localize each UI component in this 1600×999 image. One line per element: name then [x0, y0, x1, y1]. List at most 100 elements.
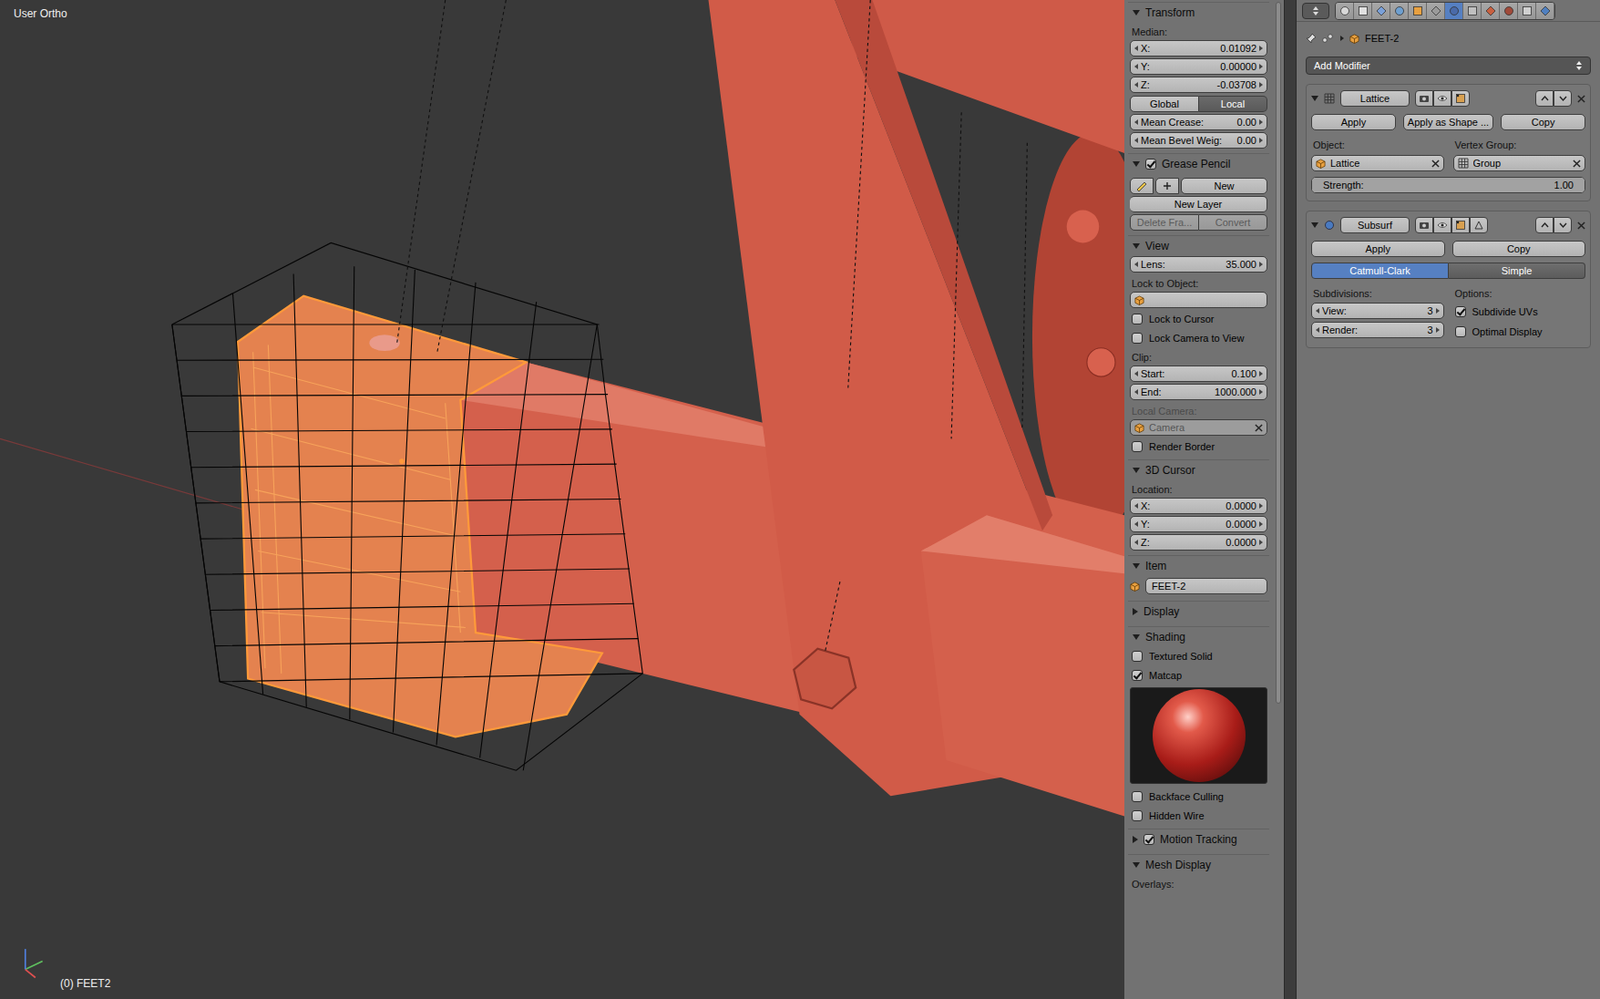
expand-icon[interactable]	[1132, 634, 1140, 640]
decrement-icon[interactable]	[1315, 327, 1320, 333]
new-button[interactable]: New	[1180, 177, 1268, 195]
section-checkbox[interactable]	[1145, 158, 1157, 170]
modifier-name[interactable]: Subsurf	[1340, 216, 1410, 234]
decrement-icon[interactable]	[1134, 261, 1139, 267]
increment-icon[interactable]	[1259, 45, 1263, 52]
render-toggle[interactable]	[1415, 90, 1434, 107]
number-field[interactable]: Mean Bevel Weig:0.00	[1129, 132, 1268, 149]
number-field[interactable]: Z:-0.03708	[1129, 76, 1268, 93]
decrement-icon[interactable]	[1134, 45, 1139, 52]
expand-icon[interactable]	[1132, 10, 1140, 16]
section-header[interactable]: Display	[1128, 601, 1270, 622]
clear-icon[interactable]	[1577, 94, 1586, 103]
decrement-icon[interactable]	[1134, 389, 1139, 395]
increment-icon[interactable]	[1259, 539, 1263, 545]
move-up-button[interactable]	[1535, 216, 1554, 234]
expand-icon[interactable]	[1132, 607, 1139, 616]
number-field[interactable]: X:0.01092	[1129, 40, 1268, 57]
3d-viewport[interactable]: User Ortho(0) FEET2	[0, 0, 1125, 999]
context-tab[interactable]	[1536, 2, 1555, 20]
increment-icon[interactable]	[1259, 261, 1263, 267]
increment-icon[interactable]	[1259, 82, 1263, 88]
move-down-button[interactable]	[1553, 90, 1572, 107]
section-checkbox[interactable]	[1143, 833, 1155, 845]
move-up-button[interactable]	[1535, 90, 1554, 107]
modifier-name[interactable]: Lattice	[1340, 90, 1410, 107]
expand-icon[interactable]	[1132, 161, 1140, 167]
number-field[interactable]: Start:0.100	[1129, 365, 1268, 382]
section-header[interactable]: Transform	[1128, 2, 1270, 23]
scrollbar-thumb[interactable]	[1275, 1, 1282, 704]
context-tab[interactable]	[1445, 2, 1464, 20]
add-modifier-dropdown[interactable]: Add Modifier	[1305, 56, 1591, 75]
number-field[interactable]: Y:0.00000	[1129, 58, 1268, 75]
decrement-icon[interactable]	[1315, 307, 1320, 314]
number-field[interactable]: Lens:35.000	[1129, 256, 1268, 273]
viewport-toggle[interactable]	[1433, 216, 1452, 234]
modifier-action-button[interactable]: Apply as Shape ...	[1403, 113, 1494, 131]
checkbox-row[interactable]: Render Border	[1129, 437, 1268, 455]
decrement-icon[interactable]	[1134, 63, 1139, 70]
decrement-icon[interactable]	[1134, 502, 1139, 509]
matcap-preview[interactable]	[1129, 687, 1268, 784]
increment-icon[interactable]	[1259, 63, 1263, 70]
checkbox-row[interactable]: Lock to Cursor	[1129, 309, 1268, 328]
number-field[interactable]: Render:3	[1311, 321, 1445, 339]
pin-icon[interactable]	[1305, 32, 1317, 44]
context-tab[interactable]	[1353, 2, 1373, 20]
number-field[interactable]: View:3	[1311, 302, 1445, 319]
panel-button[interactable]: New Layer	[1129, 195, 1268, 213]
context-tab[interactable]	[1372, 2, 1391, 20]
checkbox[interactable]	[1131, 790, 1143, 802]
strength-slider[interactable]: Strength:1.00	[1311, 176, 1586, 194]
add-button[interactable]	[1155, 177, 1180, 195]
model-render[interactable]	[0, 0, 1125, 999]
decrement-icon[interactable]	[1134, 521, 1139, 527]
number-field[interactable]: Z:0.0000	[1129, 533, 1268, 551]
toggle-button[interactable]: Global	[1129, 95, 1200, 113]
increment-icon[interactable]	[1435, 327, 1440, 333]
modifier-action-button[interactable]: Apply	[1311, 113, 1396, 131]
expand-icon[interactable]	[1132, 563, 1140, 569]
editmode-toggle[interactable]	[1451, 216, 1470, 234]
expand-icon[interactable]	[1311, 222, 1319, 228]
expand-icon[interactable]	[1311, 95, 1319, 102]
checkbox[interactable]	[1131, 313, 1143, 325]
increment-icon[interactable]	[1259, 119, 1263, 125]
area-divider[interactable]	[1283, 0, 1297, 999]
section-header[interactable]: View	[1128, 235, 1270, 257]
context-tab[interactable]	[1517, 2, 1537, 20]
number-field[interactable]: Y:0.0000	[1129, 515, 1268, 533]
panel-button[interactable]: Delete Fra...	[1129, 214, 1200, 231]
expand-icon[interactable]	[1132, 861, 1140, 868]
increment-icon[interactable]	[1435, 307, 1440, 314]
section-header[interactable]: 3D Cursor	[1128, 460, 1270, 481]
expand-icon[interactable]	[1132, 835, 1139, 843]
checkbox[interactable]	[1455, 306, 1467, 318]
cage-toggle[interactable]	[1469, 216, 1488, 234]
toggle-button[interactable]: Local	[1199, 95, 1268, 113]
context-tab[interactable]	[1426, 2, 1446, 20]
context-tab[interactable]	[1335, 2, 1354, 20]
object-field[interactable]: Camera	[1129, 419, 1268, 436]
name-field[interactable]: FEET-2	[1145, 577, 1268, 595]
algorithm-button[interactable]: Simple	[1448, 262, 1586, 279]
decrement-icon[interactable]	[1134, 539, 1139, 545]
checkbox[interactable]	[1131, 650, 1143, 662]
object-field[interactable]	[1129, 291, 1268, 308]
decrement-icon[interactable]	[1134, 119, 1139, 125]
render-toggle[interactable]	[1415, 216, 1434, 234]
checkbox[interactable]	[1131, 810, 1143, 821]
number-field[interactable]: Mean Crease:0.00	[1129, 113, 1268, 131]
vertex-group-field[interactable]: Group	[1453, 154, 1587, 172]
context-tab[interactable]	[1463, 2, 1482, 20]
move-down-button[interactable]	[1553, 216, 1572, 234]
object-field[interactable]: Lattice	[1311, 154, 1445, 172]
modifier-action-button[interactable]: Apply	[1311, 240, 1446, 257]
pencil-source-button[interactable]	[1129, 177, 1154, 195]
decrement-icon[interactable]	[1134, 82, 1139, 88]
clear-icon[interactable]	[1572, 159, 1581, 168]
section-header[interactable]: Motion Tracking	[1128, 829, 1270, 850]
increment-icon[interactable]	[1259, 137, 1263, 144]
context-tab[interactable]	[1408, 2, 1427, 20]
